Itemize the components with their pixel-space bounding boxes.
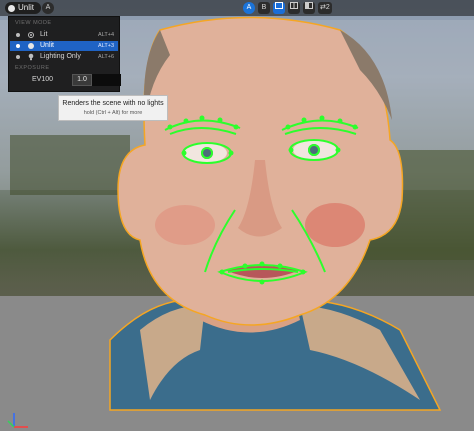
camera-a-button[interactable]: A bbox=[243, 2, 255, 14]
radio-icon bbox=[16, 55, 20, 59]
axis-gizmo bbox=[7, 413, 28, 428]
bulb-icon bbox=[28, 53, 34, 61]
single-view-icon bbox=[275, 2, 283, 9]
view-mode-menu: VIEW MODE Lit ALT+4 Unlit ALT+3 Lighting… bbox=[8, 16, 121, 92]
badge-a-button[interactable]: A bbox=[42, 2, 54, 14]
wipe-view-button[interactable] bbox=[303, 2, 315, 14]
menu-item-shortcut: ALT+6 bbox=[98, 54, 114, 60]
exposure-section-header: EXPOSURE bbox=[15, 65, 50, 71]
view-mode-icon bbox=[8, 4, 15, 12]
ev100-label: EV100 bbox=[32, 76, 54, 83]
view-mode-label: Unlit bbox=[18, 3, 35, 12]
sun-icon bbox=[28, 32, 34, 38]
viewport-toolbar: Unlit A A B ⇄2 bbox=[0, 0, 474, 16]
view-mode-button[interactable]: Unlit bbox=[5, 2, 41, 14]
sphere-icon bbox=[28, 43, 34, 49]
background-trees bbox=[10, 135, 130, 195]
menu-item-label: Unlit bbox=[40, 42, 55, 49]
menu-item-label: Lit bbox=[40, 31, 48, 38]
camera-b-button[interactable]: B bbox=[258, 2, 270, 14]
menu-item-shortcut: ALT+4 bbox=[98, 32, 114, 38]
split-view-button[interactable] bbox=[288, 2, 300, 14]
cheek-right bbox=[305, 203, 365, 247]
tooltip-title: Renders the scene with no lights bbox=[62, 100, 164, 107]
unlit-tooltip: Renders the scene with no lights hold (C… bbox=[58, 95, 168, 121]
menu-item-lighting-only[interactable]: Lighting Only ALT+6 bbox=[10, 52, 118, 62]
view-mode-section-header: VIEW MODE bbox=[15, 20, 52, 26]
single-view-button[interactable] bbox=[273, 2, 285, 14]
menu-item-unlit[interactable]: Unlit ALT+3 bbox=[10, 41, 118, 51]
wipe-view-icon bbox=[305, 2, 313, 9]
radio-selected-icon bbox=[16, 44, 20, 48]
menu-item-shortcut: ALT+3 bbox=[98, 43, 114, 49]
ev100-input[interactable]: 1.0 bbox=[72, 74, 92, 86]
split-view-icon bbox=[290, 2, 298, 9]
tooltip-hint: hold (Ctrl + Alt) for more bbox=[83, 110, 143, 116]
view-count: 2 bbox=[325, 4, 330, 11]
menu-item-lit[interactable]: Lit ALT+4 bbox=[10, 30, 118, 40]
cheek-left bbox=[155, 205, 215, 245]
y-axis-line bbox=[7, 420, 15, 428]
ev100-slider[interactable] bbox=[92, 74, 121, 86]
radio-icon bbox=[16, 33, 20, 37]
viewport-options-toolbar: A B ⇄2 bbox=[243, 2, 332, 14]
menu-item-label: Lighting Only bbox=[40, 53, 81, 60]
view-count-button[interactable]: ⇄2 bbox=[318, 2, 332, 14]
